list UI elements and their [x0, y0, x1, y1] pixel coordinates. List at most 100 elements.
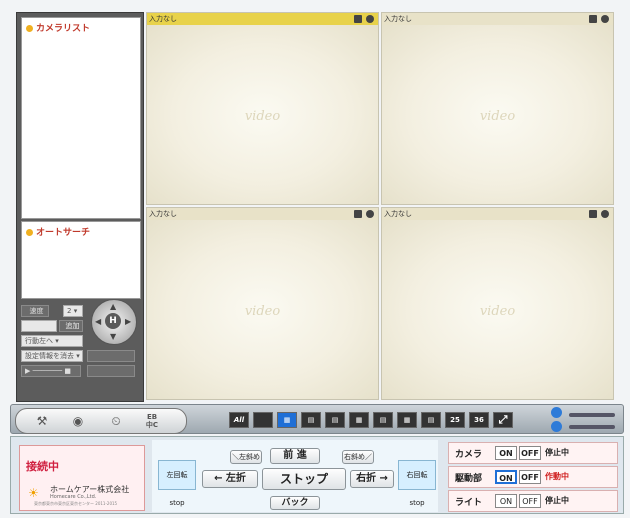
language-top: EB: [146, 413, 158, 421]
video-watermark: video: [479, 304, 516, 319]
video-view[interactable]: video: [147, 220, 378, 399]
video-cell-4[interactable]: 入力なし video: [381, 207, 614, 400]
mic-volume-slider[interactable]: [569, 425, 615, 429]
video-watermark: video: [244, 109, 281, 124]
video-view[interactable]: video: [147, 25, 378, 204]
auto-search-title: オートサーチ: [26, 225, 90, 238]
snapshot-icon[interactable]: [354, 15, 362, 23]
layout-8-button[interactable]: ▤: [325, 412, 345, 428]
speed-value: 2: [67, 307, 72, 315]
preset-apply-button[interactable]: [87, 350, 135, 362]
record-icon[interactable]: [366, 15, 374, 23]
camera-icon[interactable]: ◉: [66, 413, 90, 429]
snapshot-icon[interactable]: [354, 210, 362, 218]
forward-button[interactable]: 前 進: [270, 448, 320, 464]
camera-list-title: カメラリスト: [26, 21, 90, 34]
device-label: 駆動部: [455, 474, 483, 484]
device-row-drive: 駆動部 ON OFF 作動中: [448, 466, 618, 488]
snapshot-icon[interactable]: [589, 210, 597, 218]
device-label: カメラ: [455, 450, 483, 460]
direction-pad[interactable]: ▲ ▼ ◀ ▶ H: [91, 299, 137, 345]
bottom-panel: 接続中 ☀ ホームケアー株式会社 Homecare Co.,Ltd. 東京都東京…: [10, 436, 624, 514]
rotate-right-stop-button[interactable]: 右回転stop: [398, 460, 436, 507]
off-button[interactable]: OFF: [519, 494, 541, 508]
preset-save-button[interactable]: [87, 365, 135, 377]
video-watermark: video: [479, 109, 516, 124]
video-input-label: 入力なし: [384, 15, 412, 23]
device-controls: カメラ ON OFF 停止中 駆動部 ON OFF 作動中 ライト ON OFF…: [448, 440, 618, 512]
layout-6-button[interactable]: ▤: [301, 412, 321, 428]
back-button[interactable]: バック: [270, 496, 320, 510]
rotate-left-stop-button[interactable]: 左回転stop: [158, 460, 196, 507]
device-state: 停止中: [545, 448, 569, 457]
ptz-controls: 左回転stop ＼左斜め 前 進 右斜め／ ← 左折 ストップ 右折 → バック…: [152, 440, 438, 512]
arrow-right-icon[interactable]: ▶: [125, 317, 131, 326]
schedule-icon[interactable]: ⏲: [104, 413, 128, 429]
video-watermark: video: [244, 304, 281, 319]
home-icon[interactable]: H: [105, 313, 121, 329]
playback-bar[interactable]: ▶ ─────── ■: [21, 365, 81, 377]
move-select[interactable]: 行動左へ ▾: [21, 335, 83, 347]
preset-name-input[interactable]: [21, 320, 57, 332]
microphone-icon[interactable]: [551, 421, 562, 432]
record-icon[interactable]: [366, 210, 374, 218]
layout-25-button[interactable]: 25: [445, 412, 465, 428]
preset-select[interactable]: 設定情報を消去 ▾: [21, 350, 83, 362]
camera-list[interactable]: カメラリスト: [21, 17, 141, 219]
video-input-label: 入力なし: [149, 15, 177, 23]
device-state: 停止中: [545, 496, 569, 505]
left-panel: カメラリスト オートサーチ 速度 2 ▾ 追加 行動左へ ▾ 設定情報を消去 ▾…: [16, 12, 144, 402]
language-bottom: 中C: [145, 421, 159, 429]
up-left-button[interactable]: ＼左斜め: [230, 450, 262, 464]
layout-1-button[interactable]: [253, 412, 273, 428]
tools-icon[interactable]: ⚒: [30, 413, 54, 429]
device-row-camera: カメラ ON OFF 停止中: [448, 442, 618, 464]
company-logo-icon: ☀: [28, 486, 39, 500]
layout-13-button[interactable]: ▤: [373, 412, 393, 428]
device-label: ライト: [455, 498, 483, 508]
record-icon[interactable]: [601, 210, 609, 218]
record-icon[interactable]: [601, 15, 609, 23]
arrow-down-icon[interactable]: ▼: [110, 332, 116, 341]
move-select-value: 行動左へ: [25, 337, 53, 345]
off-button[interactable]: OFF: [519, 446, 541, 460]
speed-select[interactable]: 2 ▾: [63, 305, 83, 317]
snapshot-icon[interactable]: [589, 15, 597, 23]
off-button[interactable]: OFF: [519, 470, 541, 484]
layout-9-button[interactable]: ▦: [349, 412, 369, 428]
layout-36-button[interactable]: 36: [469, 412, 489, 428]
status-box: 接続中 ☀ ホームケアー株式会社 Homecare Co.,Ltd. 東京都東京…: [19, 445, 145, 511]
video-input-label: 入力なし: [384, 210, 412, 218]
video-cell-3[interactable]: 入力なし video: [146, 207, 379, 400]
company-address: 東京都東京市東京区東京センター 2011-2015: [34, 501, 118, 506]
stop-button[interactable]: ストップ: [262, 468, 346, 490]
camera-list-title-text: カメラリスト: [36, 24, 91, 34]
layout-all-button[interactable]: All: [229, 412, 249, 428]
speaker-icon[interactable]: [551, 407, 562, 418]
video-view[interactable]: video: [382, 220, 613, 399]
auto-search[interactable]: オートサーチ: [21, 221, 141, 299]
video-cell-header: 入力なし: [147, 208, 378, 220]
connection-status: 接続中: [26, 460, 59, 473]
turn-right-button[interactable]: 右折 →: [350, 470, 394, 488]
arrow-up-icon[interactable]: ▲: [110, 302, 116, 311]
layout-16-button[interactable]: ▦: [397, 412, 417, 428]
fullscreen-icon[interactable]: ⤢: [493, 412, 513, 428]
on-button[interactable]: ON: [495, 494, 517, 508]
language-icon[interactable]: EB 中C: [140, 413, 164, 429]
auto-search-title-text: オートサーチ: [36, 228, 91, 238]
layout-20-button[interactable]: ▤: [421, 412, 441, 428]
layout-4-button[interactable]: ▦: [277, 412, 297, 428]
video-cell-1[interactable]: 入力なし video: [146, 12, 379, 205]
add-button[interactable]: 追加: [59, 320, 83, 332]
video-cell-2[interactable]: 入力なし video: [381, 12, 614, 205]
up-right-button[interactable]: 右斜め／: [342, 450, 374, 464]
video-view[interactable]: video: [382, 25, 613, 204]
turn-left-button[interactable]: ← 左折: [202, 470, 258, 488]
video-cell-header: 入力なし: [382, 13, 613, 25]
speaker-volume-slider[interactable]: [569, 413, 615, 417]
list-bullet-icon: [26, 25, 33, 32]
on-button[interactable]: ON: [495, 446, 517, 460]
arrow-left-icon[interactable]: ◀: [95, 317, 101, 326]
on-button[interactable]: ON: [495, 470, 517, 484]
